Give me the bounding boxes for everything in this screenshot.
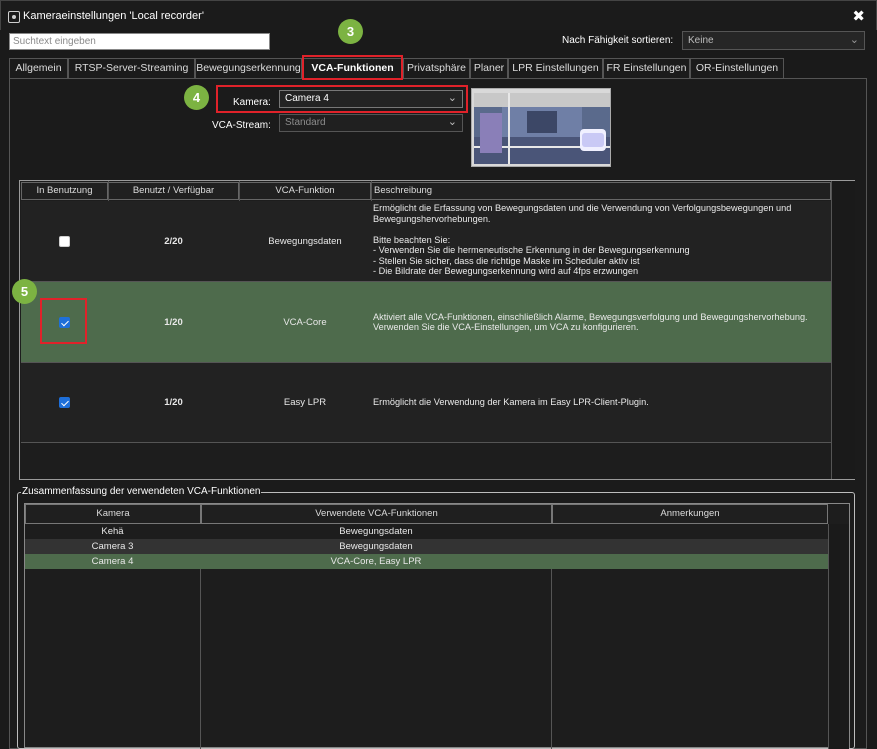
summary-title: Zusammenfassung der verwendeten VCA-Funk… — [21, 486, 262, 497]
chevron-down-icon: ⌄ — [447, 92, 457, 104]
tab-highlight-frame — [302, 55, 403, 80]
in-use-checkbox[interactable] — [59, 235, 70, 247]
summary-row-selected[interactable]: Camera 4 VCA-Core, Easy LPR — [25, 554, 849, 569]
summary-camera-name: Kehä — [101, 526, 124, 537]
summary-camera-name: Camera 4 — [91, 556, 134, 567]
window-title: Kameraeinstellungen 'Local recorder' — [23, 10, 204, 22]
vca-function-description: Aktiviert alle VCA-Funktionen, einschlie… — [373, 311, 808, 333]
summary-groupbox: Zusammenfassung der verwendeten VCA-Funk… — [17, 486, 855, 749]
tab-lpr-einstellungen[interactable]: LPR Einstellungen — [508, 58, 603, 78]
camera-value: Camera 4 — [285, 93, 329, 104]
tab-privatsphaere[interactable]: Privatsphäre — [403, 58, 470, 78]
summary-functions: Bewegungsdaten — [339, 526, 413, 537]
sort-select[interactable]: Keine ⌄ — [682, 31, 865, 50]
window-titlebar: Kameraeinstellungen 'Local recorder' ✖ — [0, 0, 877, 30]
vertical-scrollbar[interactable] — [828, 524, 849, 749]
summary-functions: VCA-Core, Easy LPR — [330, 556, 422, 567]
summary-notes — [552, 539, 828, 554]
vca-function-description: Ermöglicht die Erfassung von Bewegungsda… — [373, 203, 792, 276]
column-header-camera: Kamera — [25, 504, 201, 524]
in-use-checkbox[interactable] — [59, 397, 70, 408]
callout-badge-3: 3 — [338, 19, 363, 44]
column-header-in-use: In Benutzung — [21, 182, 108, 200]
column-header-usage: Benutzt / Verfügbar — [108, 182, 239, 200]
summary-row[interactable]: Kehä Bewegungsdaten — [25, 524, 849, 539]
chevron-down-icon: ⌄ — [849, 34, 859, 46]
table-row-selected[interactable]: 1/20 VCA-Core Aktiviert alle VCA-Funktio… — [21, 282, 831, 363]
parking-garage-thumbnail — [472, 89, 610, 166]
usage-count: 1/20 — [164, 316, 183, 328]
column-header-description: Beschreibung — [371, 182, 831, 200]
callout-badge-5: 5 — [12, 279, 37, 304]
sort-value: Keine — [688, 35, 714, 46]
tab-or-einstellungen[interactable]: OR-Einstellungen — [690, 58, 784, 78]
vca-stream-select: Standard ⌄ — [279, 114, 463, 132]
summary-camera-name: Camera 3 — [91, 541, 134, 552]
close-icon[interactable]: ✖ — [852, 7, 865, 25]
camera-select[interactable]: Camera 4 ⌄ — [279, 90, 463, 108]
table-row[interactable]: 1/20 Easy LPR Ermöglicht die Verwendung … — [21, 363, 831, 443]
tab-allgemein[interactable]: Allgemein — [9, 58, 68, 78]
column-header-used-functions: Verwendete VCA-Funktionen — [201, 504, 552, 524]
tab-fr-einstellungen[interactable]: FR Einstellungen — [603, 58, 690, 78]
sort-label: Nach Fähigkeit sortieren: — [562, 35, 674, 46]
vertical-scrollbar[interactable] — [831, 181, 855, 479]
vca-function-name: Easy LPR — [283, 397, 327, 408]
summary-row[interactable]: Camera 3 Bewegungsdaten — [25, 539, 849, 554]
column-header-notes: Anmerkungen — [552, 504, 828, 524]
vca-stream-label: VCA-Stream: — [212, 120, 271, 131]
vca-function-name: Bewegungsdaten — [268, 235, 342, 247]
summary-functions: Bewegungsdaten — [339, 541, 413, 552]
vca-functions-table: In Benutzung Benutzt / Verfügbar VCA-Fun… — [19, 180, 855, 480]
camera-settings-icon — [8, 11, 20, 23]
tab-planer[interactable]: Planer — [470, 58, 508, 78]
chevron-down-icon: ⌄ — [447, 116, 457, 128]
vca-function-description: Ermöglicht die Verwendung der Kamera im … — [373, 397, 649, 408]
vca-stream-value: Standard — [285, 117, 326, 128]
search-input[interactable] — [9, 33, 270, 50]
usage-count: 2/20 — [164, 235, 183, 247]
summary-notes — [552, 554, 828, 569]
tab-rtsp-server-streaming[interactable]: RTSP-Server-Streaming — [68, 58, 195, 78]
callout-badge-4: 4 — [184, 85, 209, 110]
tab-bewegungserkennung[interactable]: Bewegungserkennung — [195, 58, 302, 78]
column-header-vca-function: VCA-Funktion — [239, 182, 371, 200]
summary-table: Kamera Verwendete VCA-Funktionen Anmerku… — [24, 503, 850, 749]
camera-label: Kamera: — [233, 97, 271, 108]
camera-preview-image — [471, 88, 611, 167]
usage-count: 1/20 — [164, 397, 183, 408]
table-row[interactable]: 2/20 Bewegungsdaten Ermöglicht die Erfas… — [21, 201, 831, 282]
table-row-empty — [21, 443, 831, 479]
checkbox-highlight-frame — [40, 298, 87, 344]
vca-function-name: VCA-Core — [283, 316, 327, 328]
summary-notes — [552, 524, 828, 539]
